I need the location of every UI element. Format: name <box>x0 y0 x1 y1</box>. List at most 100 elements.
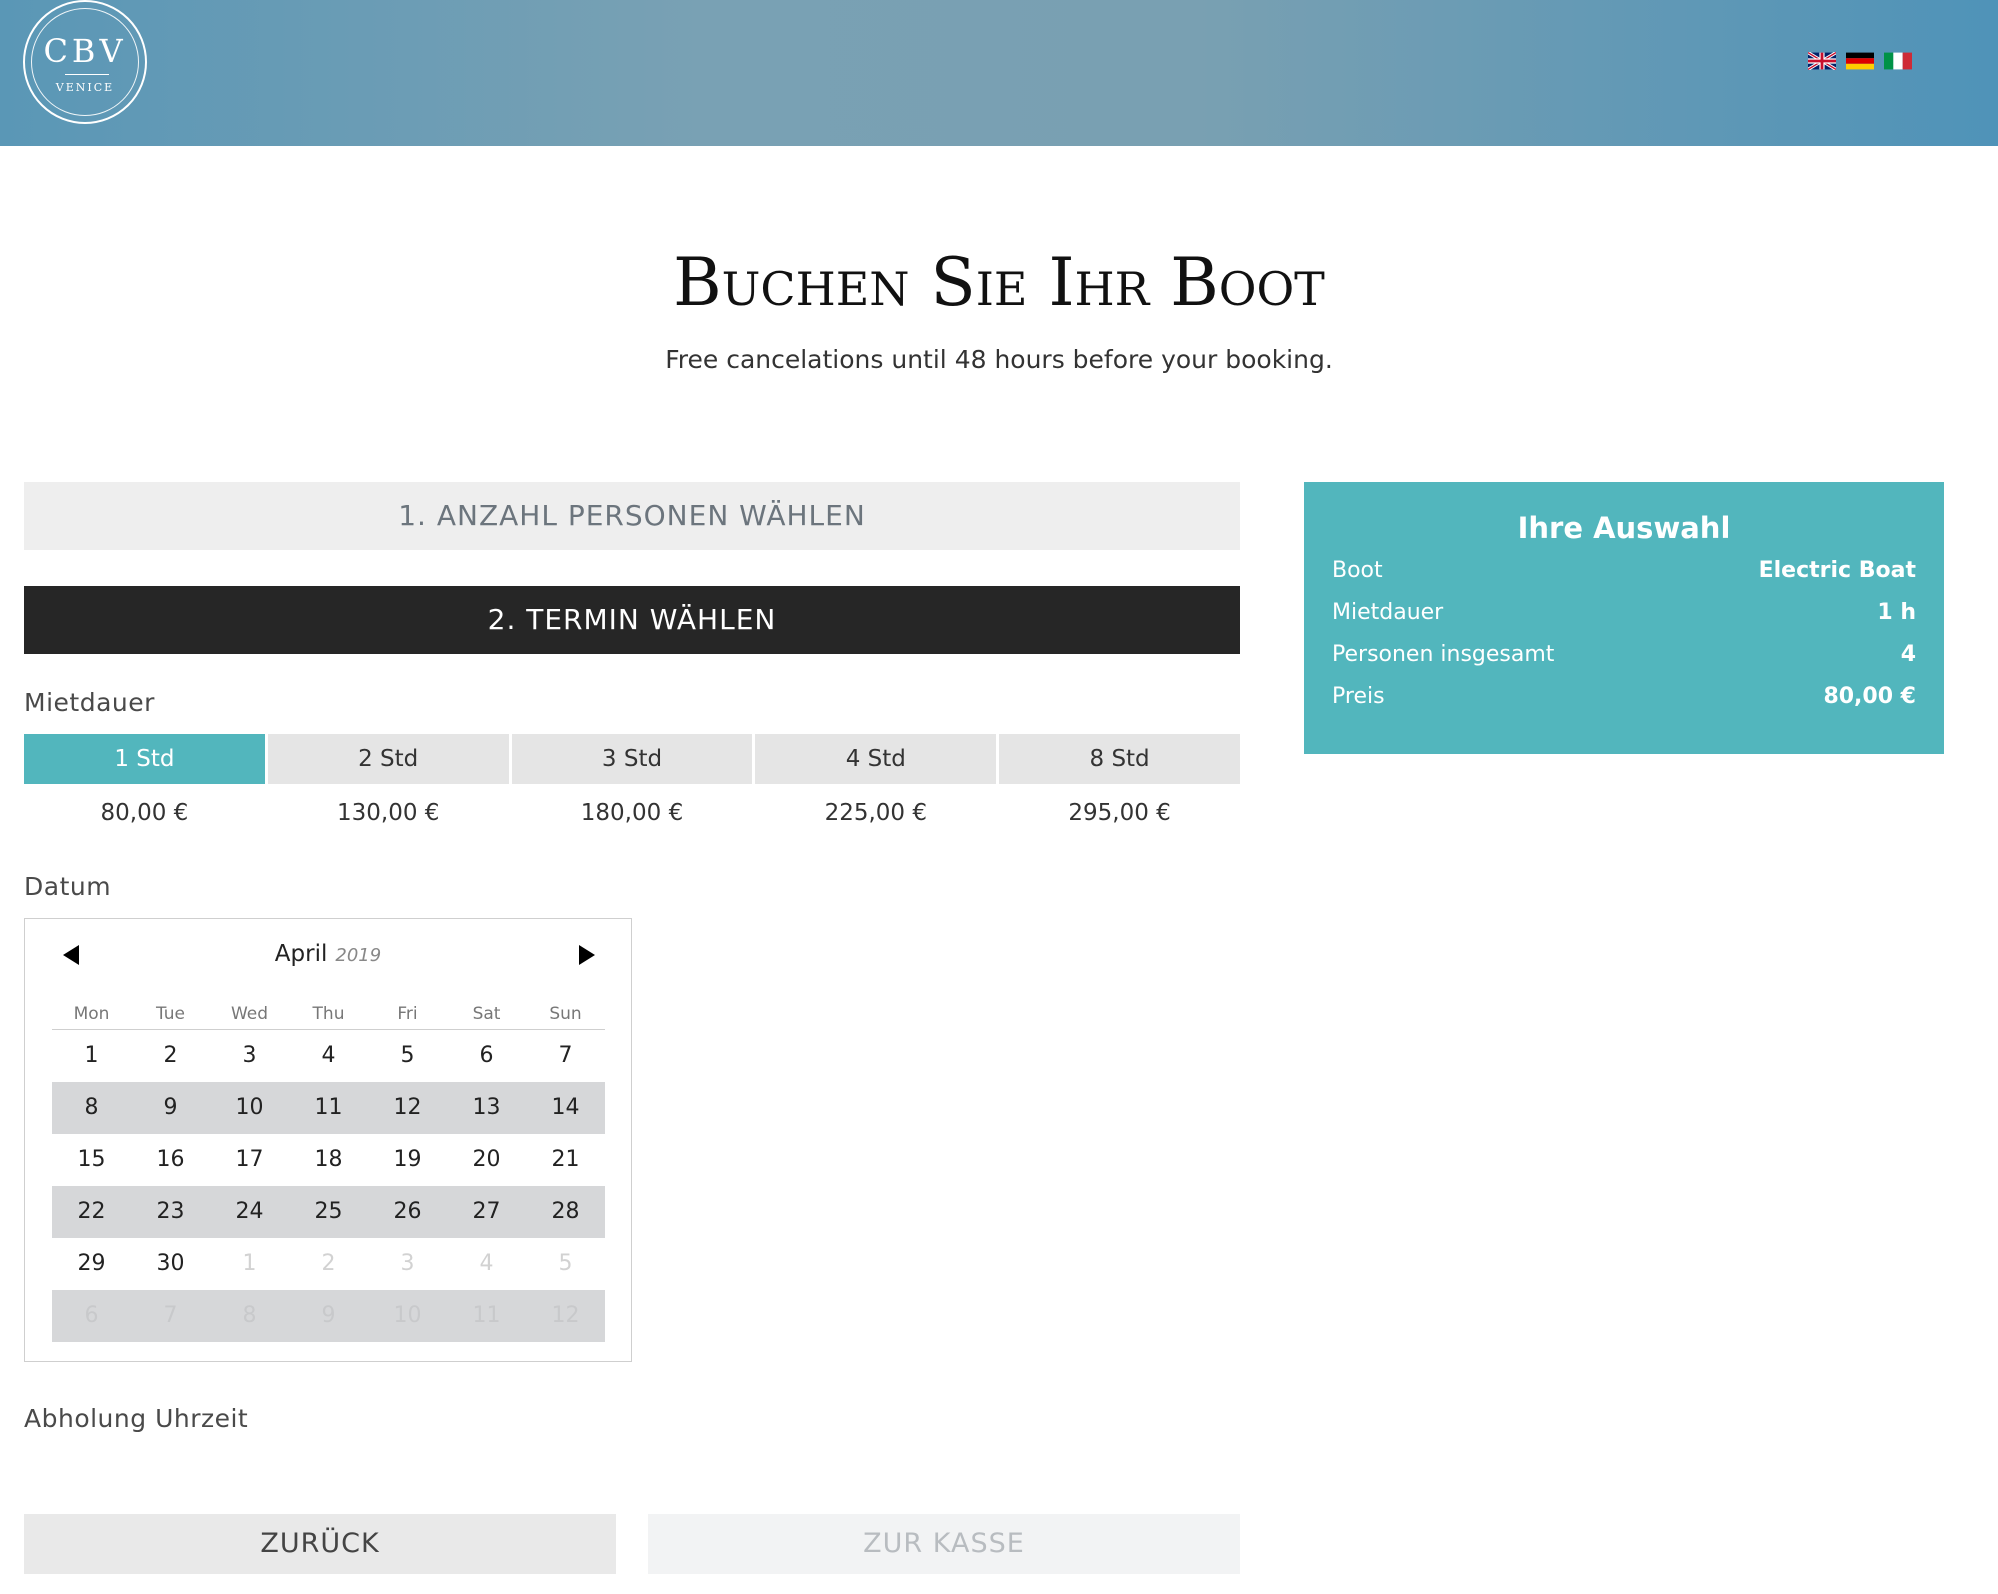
calendar-day[interactable]: 7 <box>526 1030 605 1082</box>
calendar-day[interactable]: 22 <box>52 1186 131 1238</box>
step-2-header[interactable]: 2. TERMIN WÄHLEN <box>24 586 1240 654</box>
calendar-day[interactable]: 18 <box>289 1134 368 1186</box>
calendar-day[interactable]: 1 <box>52 1030 131 1082</box>
summary-value: 80,00 € <box>1823 684 1916 709</box>
calendar-day[interactable]: 13 <box>447 1082 526 1134</box>
italian-flag-icon[interactable] <box>1884 52 1912 70</box>
calendar-day[interactable]: 3 <box>210 1030 289 1082</box>
calendar-day-other-month: 4 <box>479 1251 494 1276</box>
duration-prices: 80,00 € 130,00 € 180,00 € 225,00 € 295,0… <box>24 800 1240 826</box>
summary-key: Personen insgesamt <box>1332 642 1555 667</box>
back-button[interactable]: ZURÜCK <box>24 1514 616 1574</box>
calendar-day-other-month: 2 <box>321 1251 336 1276</box>
price-2h: 130,00 € <box>336 800 440 826</box>
price-1h: 80,00 € <box>100 800 189 826</box>
calendar-day-other-month: 1 <box>242 1251 257 1276</box>
calendar-day[interactable]: 29 <box>52 1238 131 1290</box>
logo-divider <box>65 74 109 75</box>
calendar-day[interactable]: 30 <box>131 1238 210 1290</box>
duration-option-3h[interactable]: 3 Std <box>511 734 753 784</box>
calendar-day[interactable]: 15 <box>52 1134 131 1186</box>
price-4h: 225,00 € <box>824 800 927 826</box>
calendar-day[interactable]: 4 <box>289 1030 368 1082</box>
german-flag-icon[interactable] <box>1846 52 1874 70</box>
weekday-label: Tue <box>155 1004 186 1024</box>
summary-key: Boot <box>1332 558 1383 583</box>
calendar-day[interactable]: 14 <box>526 1082 605 1134</box>
calendar-heading: April 2019 <box>25 941 631 967</box>
summary-row-persons: Personen insgesamt 4 <box>1332 634 1916 676</box>
weekday-label: Sat <box>472 1004 501 1024</box>
uk-flag-icon[interactable] <box>1808 52 1836 70</box>
calendar-day-other-month: 9 <box>321 1303 336 1328</box>
calendar-day[interactable]: 25 <box>289 1186 368 1238</box>
calendar-day[interactable]: 26 <box>368 1186 447 1238</box>
calendar-month: April <box>274 941 328 967</box>
summary-row-duration: Mietdauer 1 h <box>1332 592 1916 634</box>
price-8h: 295,00 € <box>1068 800 1171 826</box>
cbv-logo[interactable]: CBV VENICE <box>23 0 147 124</box>
logo-subtext: VENICE <box>55 81 115 94</box>
summary-value: 4 <box>1900 642 1916 667</box>
language-switcher <box>1808 52 1912 70</box>
calendar-day[interactable]: 2 <box>131 1030 210 1082</box>
calendar-day[interactable]: 27 <box>447 1186 526 1238</box>
calendar-day[interactable]: 11 <box>289 1082 368 1134</box>
calendar-day[interactable]: 5 <box>368 1030 447 1082</box>
calendar-day-other-month: 5 <box>558 1251 573 1276</box>
calendar-day[interactable]: 8 <box>52 1082 131 1134</box>
date-label: Datum <box>24 872 112 901</box>
calendar-day[interactable]: 24 <box>210 1186 289 1238</box>
duration-option-8h[interactable]: 8 Std <box>999 734 1240 784</box>
calendar-days: 1 2 3 4 5 6 7 8 9 10 11 12 13 14 15 16 17 18 19 20 21 22 23 24 2… <box>52 1030 605 1342</box>
calendar-grid: Mon Tue Wed Thu Fri Sat Sun 1 2 3 4 5 6 7 8 9 10 11 12 13 1… <box>52 999 605 1342</box>
calendar-day[interactable]: 28 <box>526 1186 605 1238</box>
calendar-day[interactable]: 12 <box>368 1082 447 1134</box>
duration-options: 1 Std 2 Std 3 Std 4 Std 8 Std <box>24 734 1240 784</box>
calendar-day-other-month: 7 <box>163 1303 178 1328</box>
calendar-day[interactable]: 20 <box>447 1134 526 1186</box>
weekday-label: Mon <box>73 1004 110 1024</box>
logo-text: CBV <box>43 32 127 70</box>
duration-option-1h[interactable]: 1 Std <box>24 734 265 784</box>
weekday-label: Thu <box>312 1004 345 1024</box>
calendar-day-other-month: 6 <box>84 1303 99 1328</box>
selection-summary: Ihre Auswahl Boot Electric Boat Mietdaue… <box>1304 482 1944 754</box>
summary-key: Preis <box>1332 684 1385 709</box>
summary-value: Electric Boat <box>1758 558 1916 583</box>
summary-row-price: Preis 80,00 € <box>1332 676 1916 718</box>
calendar-week-row: 15 16 17 18 19 20 21 <box>52 1134 605 1186</box>
pickup-time-label: Abholung Uhrzeit <box>24 1404 249 1433</box>
duration-option-4h[interactable]: 4 Std <box>755 734 997 784</box>
page-title: Buchen Sie Ihr Boot <box>673 244 1325 321</box>
weekday-label: Sun <box>549 1004 582 1024</box>
calendar-day[interactable]: 10 <box>210 1082 289 1134</box>
calendar-day-other-month: 3 <box>400 1251 415 1276</box>
calendar-week-row: 29 30 1 2 3 4 5 <box>52 1238 605 1290</box>
summary-row-boat: Boot Electric Boat <box>1332 550 1916 592</box>
date-calendar: April 2019 Mon Tue Wed Thu Fri Sat Sun 12345678… <box>24 918 632 1362</box>
checkout-button[interactable]: ZUR KASSE <box>648 1514 1240 1574</box>
calendar-day[interactable]: 16 <box>131 1134 210 1186</box>
calendar-day[interactable]: 6 <box>447 1030 526 1082</box>
site-header: CBV VENICE <box>0 0 1998 146</box>
calendar-week-row: 22 23 24 25 26 27 28 <box>52 1186 605 1238</box>
weekday-header: Mon Tue Wed Thu Fri Sat Sun <box>52 999 605 1030</box>
calendar-day[interactable]: 17 <box>210 1134 289 1186</box>
step-1-header[interactable]: 1. ANZAHL PERSONEN WÄHLEN <box>24 482 1240 550</box>
weekday-label: Wed <box>230 1004 269 1024</box>
calendar-day[interactable]: 9 <box>131 1082 210 1134</box>
price-3h: 180,00 € <box>580 800 684 826</box>
next-month-icon[interactable] <box>575 943 599 967</box>
page-subtitle: Free cancelations until 48 hours before … <box>665 345 1333 374</box>
summary-key: Mietdauer <box>1332 600 1444 625</box>
calendar-day[interactable]: 23 <box>131 1186 210 1238</box>
duration-label: Mietdauer <box>24 688 155 717</box>
calendar-day[interactable]: 19 <box>368 1134 447 1186</box>
duration-option-2h[interactable]: 2 Std <box>267 734 509 784</box>
calendar-day[interactable]: 21 <box>526 1134 605 1186</box>
calendar-day-other-month: 8 <box>242 1303 257 1328</box>
summary-value: 1 h <box>1877 600 1916 625</box>
calendar-week-row: 8 9 10 11 12 13 14 <box>52 1082 605 1134</box>
calendar-year: 2019 <box>335 945 382 966</box>
